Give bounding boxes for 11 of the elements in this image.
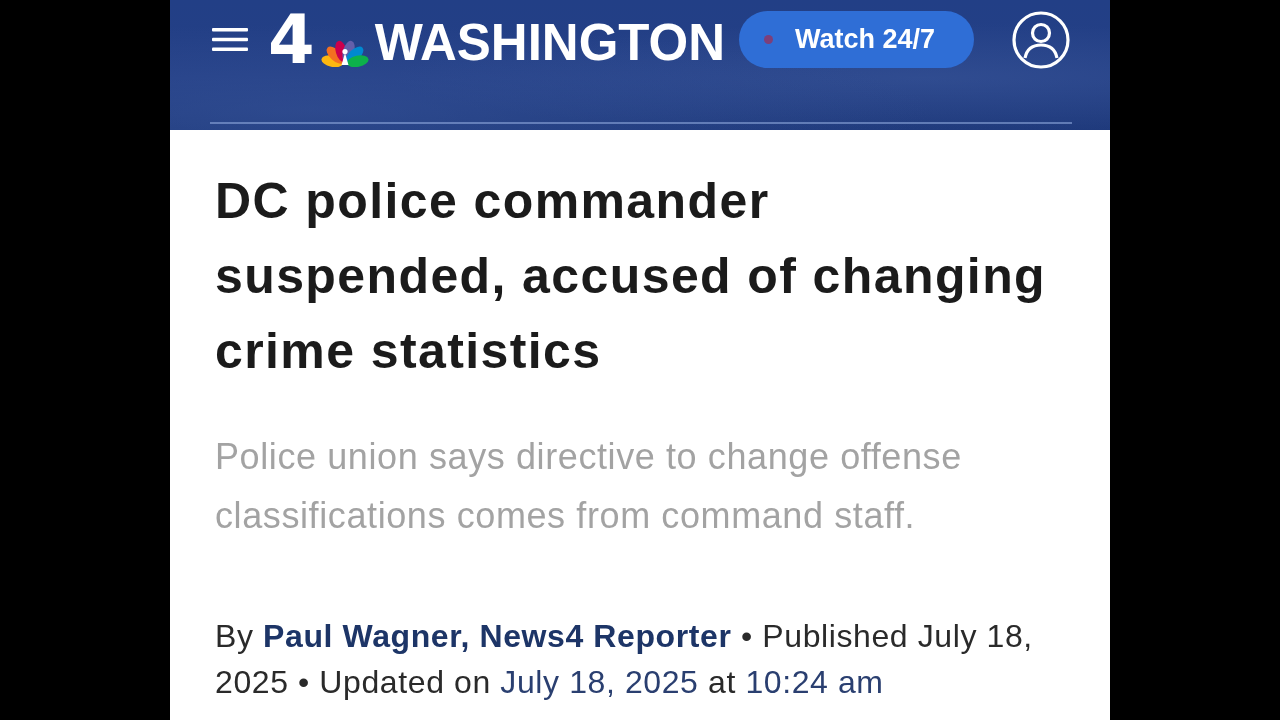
account-button[interactable] — [1012, 10, 1070, 69]
watch-live-button[interactable]: Watch 24/7 — [739, 11, 975, 68]
live-dot-icon — [764, 35, 774, 44]
article-subheadline: Police union says directive to change offense classifications comes from command staff. — [215, 435, 963, 538]
article-byline: By Paul Wagner, News4 Reporter • Published July 18, 2025 • Updated on July 18, 2025 at 10:24 am — [215, 617, 1034, 702]
author-link[interactable]: Paul Wagner, News4 Reporter — [263, 618, 732, 654]
station-logo-link[interactable]: 4 WASHINGTON — [268, 6, 726, 73]
menu-icon — [212, 28, 248, 51]
menu-button[interactable] — [212, 28, 248, 51]
user-profile-icon — [1012, 10, 1070, 69]
article-headline: DC police commander suspended, accused of changing crime statistics — [215, 172, 1048, 381]
